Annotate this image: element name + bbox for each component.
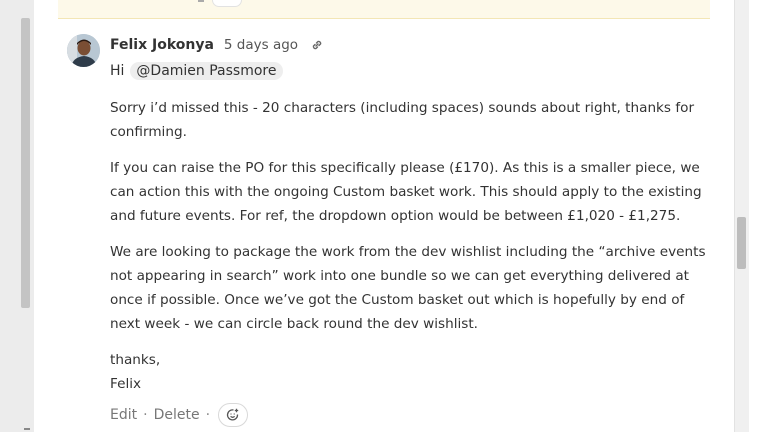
comment-paragraph: We are looking to package the work from … [110, 244, 706, 332]
add-reaction-button[interactable] [218, 403, 249, 427]
greeting-text: Hi [110, 63, 125, 79]
avatar-image [67, 34, 100, 67]
comment-timestamp[interactable]: 5 days ago [224, 37, 298, 53]
action-separator: · [205, 407, 211, 423]
add-reaction-icon [226, 408, 239, 421]
left-scrollbar-thumb[interactable] [21, 18, 30, 308]
comment-paragraph: Sorry i’d missed this - 20 characters (i… [110, 100, 695, 140]
previous-comment-highlight [58, 0, 710, 19]
comment-header: Felix Jokonya 5 days ago [110, 36, 324, 54]
comment-greeting-line: Hi @Damien Passmore [110, 62, 283, 80]
comment-signature: Felix [110, 376, 142, 392]
left-scrollbar[interactable] [0, 0, 34, 432]
edit-button[interactable]: Edit [110, 407, 137, 423]
comment-actions: Edit · Delete · [110, 403, 249, 427]
right-scrollbar-thumb[interactable] [737, 217, 746, 269]
comment-paragraph: If you can raise the PO for this specifi… [110, 160, 702, 224]
right-scrollbar[interactable] [734, 0, 749, 432]
avatar[interactable] [67, 34, 100, 67]
action-separator: · [143, 407, 148, 423]
comment-body: Sorry i’d missed this - 20 characters (i… [110, 96, 712, 396]
comment-signoff: thanks, [110, 352, 161, 368]
window-edge [749, 0, 760, 432]
delete-button[interactable]: Delete [154, 407, 200, 423]
link-icon[interactable] [310, 38, 324, 52]
previous-comment-marker [198, 0, 204, 2]
previous-comment-reaction-tab[interactable] [212, 0, 242, 7]
left-scrollbar-marker [24, 428, 30, 430]
user-mention[interactable]: @Damien Passmore [130, 62, 283, 80]
comment-author[interactable]: Felix Jokonya [110, 37, 214, 53]
